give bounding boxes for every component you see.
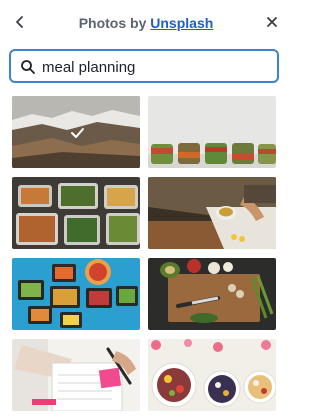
unsplash-link[interactable]: Unsplash bbox=[150, 15, 213, 31]
photo-thumbnail[interactable] bbox=[12, 96, 140, 168]
search-input[interactable] bbox=[42, 57, 272, 77]
photo-thumbnail[interactable] bbox=[148, 96, 276, 168]
close-icon bbox=[267, 17, 277, 27]
photo-thumbnail[interactable] bbox=[148, 339, 276, 411]
photo-thumbnail[interactable] bbox=[12, 339, 140, 411]
search-box[interactable] bbox=[9, 49, 279, 83]
photo-thumbnail[interactable] bbox=[148, 258, 276, 330]
photo-thumbnail[interactable] bbox=[148, 177, 276, 249]
header: Photos by Unsplash bbox=[0, 0, 292, 46]
close-button[interactable] bbox=[260, 10, 284, 34]
search-icon bbox=[21, 60, 35, 74]
panel-title: Photos by Unsplash bbox=[0, 15, 292, 31]
photo-thumbnail[interactable] bbox=[12, 258, 140, 330]
photo-thumbnail[interactable] bbox=[12, 177, 140, 249]
photo-grid bbox=[12, 96, 278, 420]
title-prefix: Photos by bbox=[78, 15, 147, 31]
